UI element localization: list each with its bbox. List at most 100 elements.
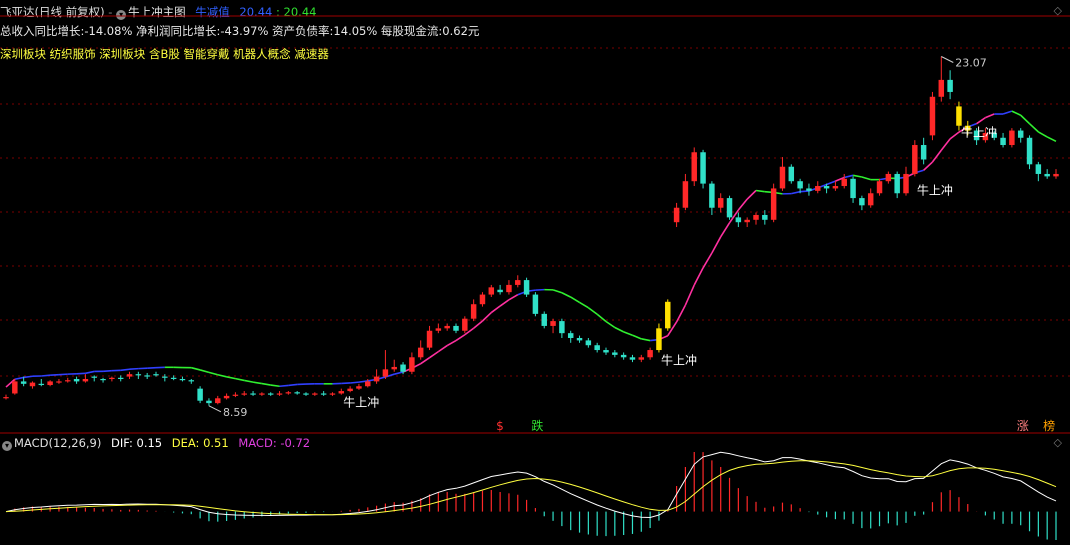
candle-body [312,393,318,395]
signal-label: 牛上冲 [961,125,997,140]
ma-line-segment [490,305,501,314]
event-marker: 涨 [1017,418,1029,433]
candle-body [788,166,795,182]
ma-line-segment [949,131,960,140]
event-marker: 跌 [531,418,543,433]
candle-body [259,393,265,395]
candle-body [506,284,512,293]
candle-body [400,364,406,372]
candle-body [850,178,856,199]
ma-line-segment [800,190,810,193]
candle-body [647,350,653,358]
candle-body [479,294,486,305]
candle-body [153,374,159,376]
ma-line-segment [437,344,448,353]
candle-body [294,392,300,394]
candle-body [867,193,874,206]
candle-body [82,378,89,382]
candle-body [65,380,71,382]
ma-line-segment [208,371,218,376]
kline-chart[interactable]: 23.078.59牛上冲牛上冲牛上冲牛上冲$跌涨榜财 [0,0,1070,545]
signal-label: 牛上冲 [661,352,697,367]
candle-body [144,375,150,377]
ma-line-segment [1002,110,1013,115]
candle-body [567,333,574,338]
candle-body [532,294,539,314]
candle-body [1026,137,1033,165]
ma-line-segment [737,198,748,211]
ma-line-segment [129,367,139,371]
ma-line-segment [191,366,201,371]
candle-body [100,378,106,381]
candle-body [91,376,97,378]
ma-line-segment [235,377,245,382]
macd-dea-line [5,460,1057,516]
event-marker: $ [496,419,504,433]
candle-body [170,377,177,379]
low-pointer [208,405,222,413]
candle-body [753,214,759,220]
ma-line-segment [499,299,510,307]
candle-body [612,352,618,355]
ma-line-segment [58,373,68,376]
signal-label: 牛上冲 [917,182,953,197]
candle-body [73,378,80,382]
ma-line-segment [852,174,863,178]
ma-line-segment [614,326,625,333]
ma-line-segment [446,339,457,347]
candle-body [832,186,839,189]
ma-line-segment [14,376,24,381]
candle-body [1000,137,1006,146]
candle-body [1044,173,1050,177]
candle-body [515,280,521,285]
ma-line-segment [570,296,580,304]
candle-body [797,181,803,189]
candle-body [470,304,477,319]
candle-body [876,181,883,194]
candle-body [417,347,424,358]
ma-line-segment [675,304,687,323]
ma-line-segment [1028,123,1039,133]
low-price-label: 8.59 [223,406,248,419]
candle-body [373,376,380,382]
ma-line-segment [579,301,589,309]
candle-body [391,366,397,370]
candle-body [356,386,362,389]
candle-body [735,217,742,223]
candle-body [744,219,750,223]
candle-body [956,106,962,126]
candle-body [409,357,415,372]
candle-body [673,207,680,223]
ma-line-segment [693,267,704,286]
ma-line-segment [288,383,298,387]
ma-line-segment [199,369,210,374]
event-marker: 榜 [1043,418,1055,433]
candle-body [726,198,733,218]
candle-body [426,330,433,348]
candle-body [179,378,186,381]
candle-body [603,350,609,353]
candle-body [206,400,212,404]
ma-line-segment [1020,114,1031,125]
candle-body [620,354,627,358]
candle-body [285,392,292,394]
candle-body [1035,164,1042,174]
candle-body [912,145,918,174]
ma-line-segment [561,292,572,298]
candle-body [250,393,256,395]
ma-line-segment [711,236,722,254]
ma-line-segment [50,373,59,377]
candle-body [823,186,830,189]
candle-body [585,340,592,346]
candle-body [815,186,821,191]
candle-body [56,381,62,383]
ma-line-segment [508,294,519,301]
candle-body [691,152,697,182]
ma-line-segment [473,320,483,329]
candle-body [929,96,936,136]
ma-line-segment [420,356,430,365]
candle-body [629,357,636,360]
candle-body [215,398,221,404]
candle-body [365,381,371,387]
candle-body [550,321,556,326]
